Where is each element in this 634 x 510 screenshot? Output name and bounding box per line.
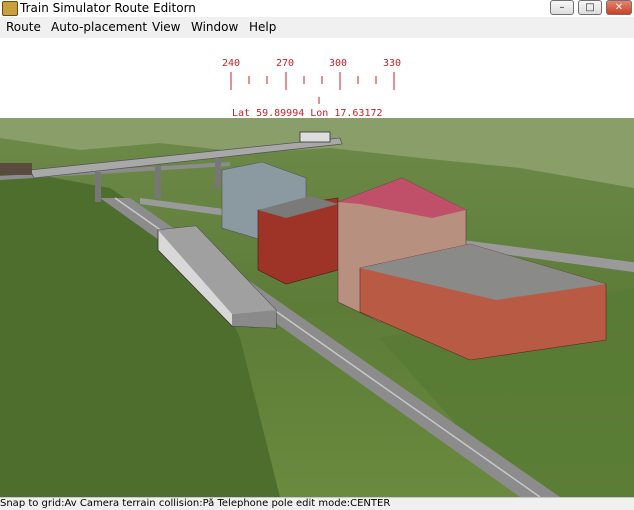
- compass-heading-overlay: 240 270 300 330 Lat 59.89994 Lon 17.6317…: [222, 58, 401, 118]
- minimize-button[interactable]: –: [550, 0, 574, 15]
- status-text: Snap to grid:Av Camera terrain collision…: [0, 498, 391, 509]
- title-bar: Train Simulator Route Editorn – □ ✕: [0, 0, 634, 17]
- window-title: Train Simulator Route Editorn: [20, 1, 196, 15]
- menu-help[interactable]: Help: [249, 20, 276, 34]
- menu-auto-placement[interactable]: Auto-placement: [51, 20, 147, 34]
- status-bar: Snap to grid:Av Camera terrain collision…: [0, 497, 634, 510]
- compass-tick-240: 240: [222, 58, 240, 69]
- menu-view[interactable]: View: [152, 20, 180, 34]
- coordinates-readout: Lat 59.89994 Lon 17.63172: [232, 108, 383, 118]
- menu-route[interactable]: Route: [6, 20, 41, 34]
- maximize-button[interactable]: □: [578, 0, 602, 15]
- menu-window[interactable]: Window: [191, 20, 238, 34]
- train-app-icon: [2, 1, 18, 16]
- compass-tick-270: 270: [276, 58, 294, 69]
- close-button[interactable]: ✕: [606, 0, 632, 15]
- compass-tick-330: 330: [383, 58, 401, 69]
- menu-bar: Route Auto-placement View Window Help: [0, 18, 634, 39]
- compass-tick-300: 300: [329, 58, 347, 69]
- route-viewport[interactable]: 240 270 300 330 Lat 59.89994 Lon 17.6317…: [0, 38, 634, 497]
